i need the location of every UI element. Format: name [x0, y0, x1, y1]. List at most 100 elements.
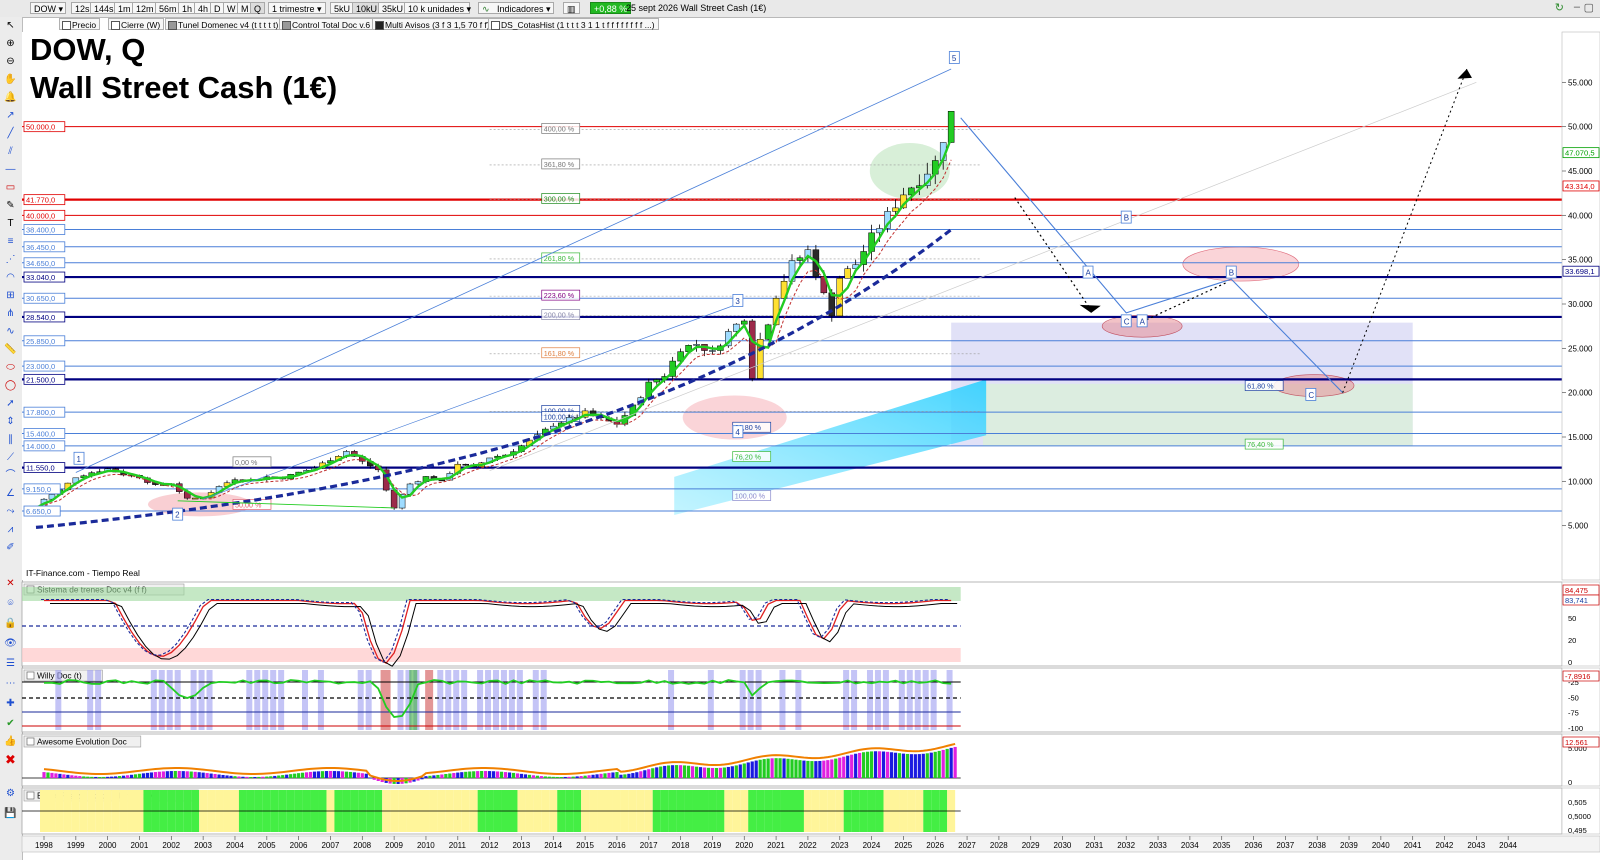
y-tick-label: 50.000 [1568, 123, 1593, 132]
wave-label: 3 [735, 297, 740, 306]
panel-value: 84,475 [1565, 586, 1588, 595]
awesome-bar [221, 774, 225, 778]
awesome-bar [738, 764, 742, 778]
x-tick-label: 2010 [417, 841, 435, 850]
awesome-bar [428, 775, 432, 778]
awesome-bar [869, 751, 874, 778]
awesome-bar [627, 773, 631, 778]
awesome-bar [694, 766, 699, 778]
y-tick-label: 25.000 [1568, 344, 1593, 353]
x-tick-label: 2037 [1276, 841, 1294, 850]
awesome-bar [762, 759, 766, 778]
x-tick-label: 2043 [1467, 841, 1485, 850]
y-tick-label: 45.000 [1568, 167, 1593, 176]
panel-y-tick-label: 0,5000 [1568, 812, 1591, 821]
awesome-bar [742, 763, 746, 778]
awesome-bar [141, 773, 146, 778]
awesome-bar [70, 775, 74, 778]
level-label: 38.400,0 [26, 226, 55, 235]
x-tick-label: 2018 [672, 841, 690, 850]
awesome-bar [690, 766, 695, 778]
fib-label: 400,00 % [544, 124, 575, 133]
y-tick-label: 20.000 [1568, 389, 1593, 398]
awesome-bar [925, 753, 929, 778]
awesome-bar [714, 768, 719, 778]
y-tick-label: 35.000 [1568, 256, 1593, 265]
awesome-bar [165, 771, 169, 778]
willy-bar [397, 670, 404, 730]
awesome-bar [671, 765, 675, 778]
awesome-bar [893, 752, 898, 778]
awesome-bar [663, 765, 667, 778]
wave-label: 4 [735, 428, 740, 437]
y-tick-label: 55.000 [1568, 78, 1593, 87]
awesome-bar [364, 773, 368, 778]
willy-bar [357, 670, 364, 730]
willy-bar [843, 670, 850, 730]
awesome-bar [730, 766, 734, 778]
level-label: 34.650,0 [26, 259, 55, 268]
x-tick-label: 2013 [512, 841, 530, 850]
x-tick-label: 2029 [1022, 841, 1040, 850]
indicator-panel [21, 667, 1563, 733]
x-tick-label: 2021 [767, 841, 785, 850]
awesome-bar [905, 753, 909, 778]
willy-bar [779, 670, 786, 730]
willy-bar [174, 670, 181, 730]
wave-label: 1 [77, 455, 82, 464]
x-tick-label: 2003 [194, 841, 212, 850]
awesome-bar [726, 766, 730, 778]
overbought-zone [22, 587, 961, 601]
x-tick-label: 2031 [1085, 841, 1103, 850]
awesome-bar [66, 774, 70, 778]
willy-bar [485, 670, 492, 730]
awesome-bar [643, 770, 647, 778]
awesome-bar [523, 774, 528, 778]
awesome-bar [229, 775, 233, 778]
fib-label: 76,20 % [735, 453, 762, 462]
awesome-bar [515, 773, 520, 778]
awesome-bar [472, 771, 476, 778]
main-plot-area [22, 32, 1562, 580]
willy-bar [500, 670, 507, 730]
awesome-bar [607, 772, 611, 778]
awesome-bar [623, 774, 627, 778]
candle-body [741, 320, 748, 325]
awesome-bar [356, 772, 360, 778]
awesome-bar [603, 773, 607, 778]
price-tag-label: 47.070,5 [1565, 149, 1595, 158]
awesome-bar [149, 772, 154, 778]
awesome-bar [734, 765, 738, 778]
awesome-bar [436, 774, 440, 778]
awesome-bar [555, 776, 559, 778]
wave-label: 5 [952, 54, 957, 63]
awesome-bar [328, 771, 333, 778]
level-label: 11.550,0 [26, 464, 55, 473]
fib-label: 76,40 % [1247, 440, 1274, 449]
level-label: 40.000,0 [26, 211, 55, 220]
awesome-bar [778, 758, 782, 778]
x-tick-label: 2035 [1213, 841, 1231, 850]
panel-y-tick-label: -50 [1568, 693, 1579, 702]
price-axis[interactable]: 5.000 10.000 15.000 20.000 25.000 30.000 35.00… [1561, 31, 1600, 581]
x-tick-label: 2022 [799, 841, 817, 850]
awesome-bar [937, 750, 941, 778]
awesome-bar [332, 771, 337, 778]
awesome-bar [921, 753, 925, 778]
x-tick-label: 2000 [99, 841, 117, 850]
awesome-bar [495, 771, 500, 778]
awesome-bar [702, 767, 707, 778]
awesome-bar [881, 751, 886, 778]
awesome-bar [277, 775, 281, 778]
awesome-bar [213, 774, 217, 778]
time-axis[interactable]: 1998 1999 2000 2001 2002 2003 2004 2005 2006 2007… [21, 835, 1600, 853]
willy-bar [739, 670, 746, 730]
awesome-bar [667, 765, 671, 778]
willy-bar [55, 670, 62, 730]
awesome-bar [133, 774, 138, 778]
awesome-bar [102, 776, 106, 778]
awesome-bar [519, 773, 524, 778]
x-tick-label: 2038 [1308, 841, 1326, 850]
panel-y-tick-label: 50 [1568, 614, 1576, 623]
willy-bar [445, 670, 452, 730]
